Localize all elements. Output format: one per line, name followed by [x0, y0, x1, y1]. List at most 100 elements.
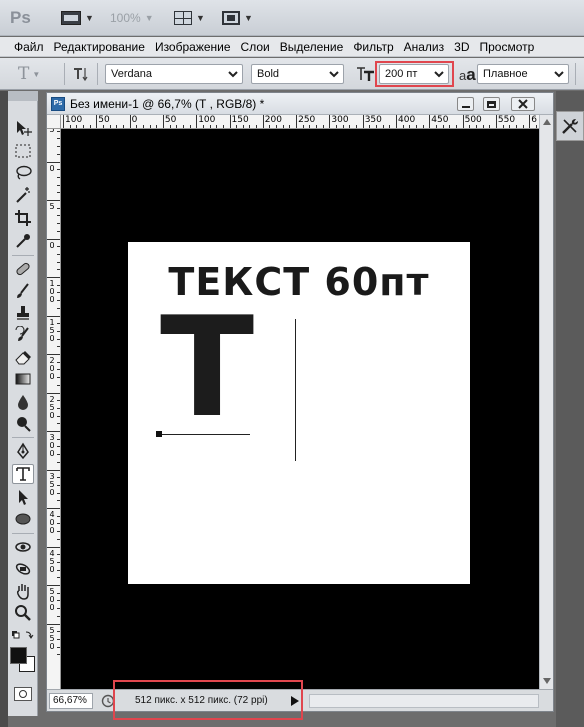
font-family-dropdown[interactable]: Verdana [105, 64, 243, 84]
ruler-tick [262, 115, 264, 128]
ruler-tick [57, 215, 60, 217]
menu-filter[interactable]: Фильтр [348, 40, 398, 54]
ruler-label: 2 5 0 [49, 394, 55, 420]
ruler-label: 1 0 0 [49, 279, 55, 304]
ruler-label: 5 0 0 [49, 587, 55, 612]
lasso-tool[interactable] [12, 163, 34, 183]
3d-camera-tool[interactable] [12, 559, 34, 579]
toggle-text-orientation-button[interactable] [70, 64, 92, 84]
zoom-level-dropdown[interactable]: 100% ▼ [110, 9, 154, 27]
menu-analysis[interactable]: Анализ [399, 40, 450, 54]
ruler-tick [422, 125, 424, 128]
ruler-tick [382, 125, 384, 128]
foreground-color-swatch[interactable] [10, 647, 27, 664]
menu-edit[interactable]: Редактирование [49, 40, 150, 54]
path-selection-tool[interactable] [12, 487, 34, 507]
brush-tool[interactable] [12, 281, 34, 301]
chevron-down-icon [228, 69, 238, 79]
zoom-tool[interactable] [12, 603, 34, 623]
scroll-down-arrow[interactable] [541, 675, 553, 687]
menu-file[interactable]: Файл [11, 40, 49, 54]
hand-tool[interactable] [12, 581, 34, 601]
crop-tool[interactable] [12, 208, 34, 228]
scroll-up-arrow[interactable] [541, 116, 553, 128]
menu-3d[interactable]: 3D [449, 40, 474, 54]
ruler-tick [442, 125, 444, 128]
eyedropper-tool[interactable] [12, 231, 34, 251]
ruler-origin[interactable] [47, 115, 61, 129]
menu-bar: Файл Редактирование Изображение Слои Выд… [0, 37, 584, 57]
ruler-tick [242, 125, 244, 128]
ruler-label: 5 [49, 202, 55, 211]
quick-selection-tool[interactable] [12, 185, 34, 205]
close-button[interactable] [511, 97, 535, 111]
ruler-tick [47, 161, 60, 163]
move-tool[interactable] [12, 118, 34, 138]
font-size-icon [355, 63, 377, 85]
ruler-tick [57, 484, 60, 486]
ruler-tick [57, 192, 60, 194]
pen-tool[interactable] [12, 441, 34, 461]
canvas-area[interactable]: ТЕКСТ 60пт Т [61, 129, 539, 689]
ruler-tick [389, 125, 391, 128]
ruler-tick [409, 125, 411, 128]
ruler-tick [96, 115, 98, 128]
menu-image[interactable]: Изображение [150, 40, 236, 54]
ruler-label: 100 [198, 115, 216, 125]
ruler-tick [57, 184, 60, 186]
type-tool[interactable] [12, 464, 34, 484]
history-brush-tool[interactable] [12, 325, 34, 345]
ruler-tick [455, 125, 457, 128]
marquee-tool[interactable] [12, 141, 34, 161]
large-glyph-text-layer[interactable]: Т [160, 299, 254, 437]
ruler-tick [57, 600, 60, 602]
ruler-tick [57, 153, 60, 155]
anti-aliasing-dropdown[interactable]: Плавное [477, 64, 569, 84]
toolbox-header[interactable] [8, 91, 38, 101]
zoom-percentage-field[interactable]: 66,67% [49, 693, 93, 709]
ruler-tick [57, 292, 60, 294]
dodge-tool[interactable] [12, 414, 34, 434]
ruler-tick [57, 592, 60, 594]
clone-stamp-tool[interactable] [12, 303, 34, 323]
minimize-button[interactable] [457, 97, 474, 111]
vertical-ruler[interactable]: 5 0 5 0 1 0 0 1 5 0 2 0 0 2 5 0 3 0 0 3 5 0 4 0 0 4… [47, 129, 61, 689]
color-swap-controls[interactable] [11, 630, 35, 642]
horizontal-ruler[interactable]: 100 50 0 50 100 150 200 250 300 350 400 450 500 550 6 [61, 115, 539, 129]
panel-icon-button[interactable] [556, 111, 584, 141]
ruler-tick [57, 207, 60, 209]
vertical-scrollbar[interactable] [539, 115, 553, 689]
maximize-button[interactable] [483, 97, 500, 111]
ruler-tick [57, 554, 60, 556]
document-title-bar[interactable]: Ps Без имени-1 @ 66,7% (Т , RGB/8) * [47, 93, 553, 115]
bridge-launch-button[interactable]: ▼ [61, 9, 94, 27]
hand-icon [16, 584, 29, 600]
3d-rotate-tool[interactable] [12, 537, 34, 557]
ruler-tick [57, 638, 60, 640]
arrange-documents-button[interactable]: ▼ [174, 9, 205, 27]
menu-layers[interactable]: Слои [236, 40, 275, 54]
color-swatches[interactable] [10, 647, 36, 673]
ruler-tick [47, 200, 60, 201]
horizontal-scrollbar[interactable] [309, 694, 539, 708]
menu-view[interactable]: Просмотр [474, 40, 539, 54]
maximize-icon [487, 100, 496, 108]
menu-select[interactable]: Выделение [275, 40, 349, 54]
font-style-dropdown[interactable]: Bold [251, 64, 344, 84]
ruler-tick [47, 431, 60, 432]
ruler-tick [256, 125, 258, 128]
quick-mask-button[interactable] [14, 687, 32, 701]
shape-tool[interactable] [12, 509, 34, 529]
document-artboard[interactable]: ТЕКСТ 60пт Т [128, 242, 470, 584]
anti-aliasing-value: Плавное [483, 68, 528, 80]
healing-brush-tool[interactable] [12, 259, 34, 279]
blur-tool[interactable] [12, 392, 34, 412]
tool-preset-picker[interactable]: T ▼ [18, 63, 58, 85]
ruler-label: 50 [164, 115, 177, 125]
screen-mode-button[interactable]: ▼ [222, 9, 253, 27]
ruler-tick [162, 115, 164, 128]
gradient-tool[interactable] [12, 369, 34, 389]
baseline-anchor-handle[interactable] [156, 431, 162, 437]
eraser-tool[interactable] [12, 347, 34, 367]
ruler-tick [57, 438, 60, 440]
